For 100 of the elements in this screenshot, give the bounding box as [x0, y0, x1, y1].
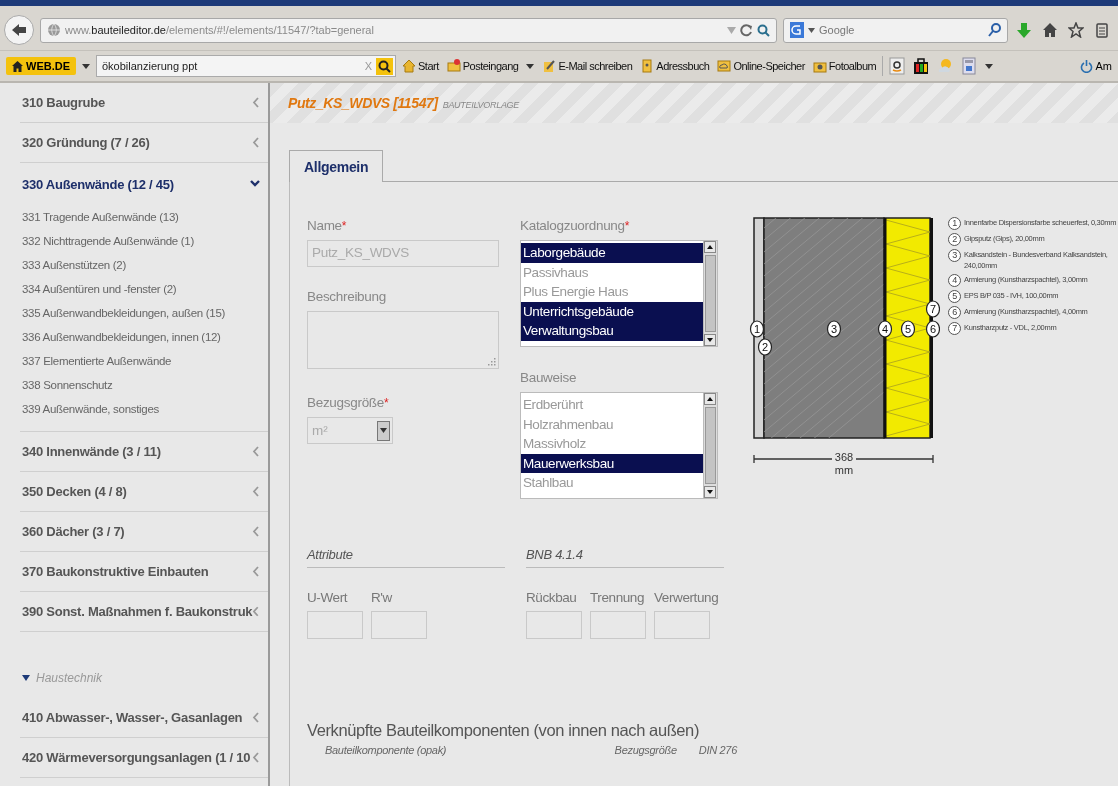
category-item[interactable]: 390 Sonst. Maßnahmen f. Baukonstruk [20, 592, 268, 632]
dropdown-button[interactable] [983, 63, 996, 69]
field-label: Name* [307, 218, 348, 235]
category-item[interactable]: 310 Baugrube [20, 83, 268, 123]
portal-search-field[interactable]: ökobilanzierung ppt X [96, 55, 396, 77]
search-field[interactable]: Google [783, 17, 1008, 43]
category-item[interactable]: 330 Außenwände (12 / 45) [20, 163, 268, 205]
legend-number: 6 [948, 306, 961, 319]
dimension-value: 368 [834, 451, 854, 463]
bookmark[interactable]: Posteingang [444, 59, 521, 73]
home-icon [1042, 22, 1058, 38]
envelope-icon [446, 59, 461, 73]
category-item[interactable]: 420 Wärmeversorgungsanlagen (1 / 10 [20, 738, 268, 778]
caret-icon [985, 63, 994, 69]
star-button[interactable] [1066, 22, 1086, 38]
scroll-down-icon [704, 334, 716, 346]
bookmark[interactable]: Fotoalbum [810, 59, 879, 73]
category-label: 410 Abwasser-, Wasser-, Gasanlagen [22, 710, 243, 725]
section-heading: BNB 4.1.4 [526, 547, 724, 568]
field-label: Trennung [590, 590, 646, 606]
input-field[interactable] [307, 611, 363, 639]
legend-number: 5 [948, 290, 961, 303]
download-arrow-button[interactable] [1014, 22, 1034, 38]
category-item[interactable]: 360 Dächer (3 / 7) [20, 512, 268, 552]
section-heading: Attribute [307, 547, 505, 568]
description-field[interactable] [307, 311, 499, 369]
power-icon [1079, 59, 1093, 73]
camera-icon [812, 59, 827, 73]
dropdown-arrow-icon [380, 428, 387, 433]
caret-icon [82, 63, 90, 69]
dropdown-button[interactable] [524, 63, 537, 69]
category-label: 420 Wärmeversorgungsanlagen (1 / 10 [22, 750, 251, 765]
legend-number: 4 [948, 274, 961, 287]
category-item[interactable]: 350 Decken (4 / 8) [20, 472, 268, 512]
input-field[interactable] [371, 611, 427, 639]
section-label: Haustechnik [36, 671, 103, 685]
bookmark[interactable]: Adressbuch [638, 59, 712, 73]
list-option[interactable]: Mauerwerksbau [521, 453, 703, 473]
subcategory-link[interactable]: 339 Außenwände, sonstiges [22, 397, 268, 421]
tab[interactable]: Allgemein [289, 150, 384, 182]
subcategory-link[interactable]: 337 Elementierte Außenwände [22, 349, 268, 373]
category-item[interactable]: 320 Gründung (7 / 26) [20, 123, 268, 163]
download-arrow-icon [1016, 22, 1032, 38]
subcategory-link[interactable]: 338 Sonnenschutz [22, 373, 268, 397]
sun-cloud-icon [937, 57, 954, 75]
dimension-unit: mm [834, 464, 854, 476]
category-label: 350 Decken (4 / 8) [22, 484, 127, 499]
input-field[interactable] [526, 611, 582, 639]
layer-marker: 1 [749, 320, 765, 338]
search-placeholder: Google [819, 24, 856, 36]
star-icon [1068, 22, 1084, 38]
back-arrow-icon [11, 23, 27, 37]
dropdown-button[interactable] [80, 63, 92, 69]
resize-handle-icon[interactable] [488, 358, 496, 366]
scrollbar[interactable] [703, 393, 717, 498]
bookmark[interactable]: Online-Speicher [715, 59, 807, 73]
logout-button[interactable]: Am [1079, 59, 1112, 73]
url-text: www.bauteileditor.de/elements/#!/elements/11547/?tab=general [65, 24, 374, 36]
list-option[interactable]: Unterrichtsgebäude [521, 301, 703, 321]
field-label: R'w [371, 590, 393, 606]
input-field[interactable] [654, 611, 710, 639]
back-button[interactable] [4, 15, 34, 45]
subcategory-link[interactable]: 334 Außentüren und -fenster (2) [22, 277, 268, 301]
globe-icon [47, 23, 61, 37]
legend-number: 2 [948, 233, 961, 246]
search-engine-icon[interactable] [790, 22, 804, 38]
address-bar[interactable]: www.bauteileditor.de/elements/#!/elements/11547/?tab=general [40, 17, 777, 43]
subcategory-link[interactable]: 333 Außenstützen (2) [22, 253, 268, 277]
search-icon[interactable] [757, 23, 770, 37]
legend-number: 7 [948, 322, 961, 335]
input-field[interactable] [590, 611, 646, 639]
list-option[interactable]: Verwaltungsbau [521, 321, 703, 341]
category-item[interactable]: 370 Baukonstruktive Einbauten [20, 552, 268, 592]
search-icon[interactable] [988, 23, 1001, 37]
legend-number: 3 [948, 249, 961, 262]
category-label: 340 Innenwände (3 / 11) [22, 444, 161, 459]
subcategory-link[interactable]: 332 Nichttragende Außenwände (1) [22, 229, 268, 253]
dropdown-icon[interactable] [808, 27, 815, 33]
layer-marker: 7 [925, 300, 940, 318]
search-button[interactable] [376, 57, 393, 75]
field-label: Beschreibung [307, 289, 387, 306]
category-item[interactable]: 340 Innenwände (3 / 11) [20, 432, 268, 472]
bookmark[interactable]: Start [400, 59, 441, 73]
portal-button[interactable]: WEB.DE [6, 57, 76, 75]
scrollbar[interactable] [703, 241, 717, 346]
legend-number: 1 [948, 217, 961, 230]
category-item[interactable]: 410 Abwasser-, Wasser-, Gasanlagen [20, 698, 268, 738]
subcategory-link[interactable]: 331 Tragende Außenwände (13) [22, 205, 268, 229]
home-icon [12, 60, 23, 72]
layer-marker: 6 [925, 320, 940, 338]
shopping-bag-icon [913, 57, 930, 75]
select-value: m² [312, 423, 328, 438]
field-label: U-Wert [307, 590, 349, 606]
scroll-up-icon [704, 393, 716, 405]
dropdown-icon [727, 26, 736, 34]
list-option[interactable]: Laborgebäude [521, 243, 703, 263]
reload-icon[interactable] [740, 23, 753, 37]
subcategory-link[interactable]: 335 Außenwandbekleidungen, außen (15) [22, 301, 268, 325]
subcategory-link[interactable]: 336 Außenwandbekleidungen, innen (12) [22, 325, 268, 349]
bookmark[interactable]: E-Mail schreiben [540, 59, 635, 73]
